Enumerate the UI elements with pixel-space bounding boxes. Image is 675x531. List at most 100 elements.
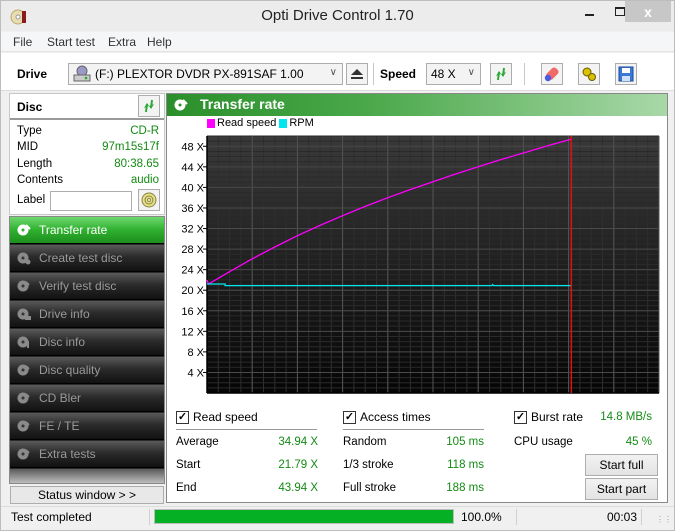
burst-rate-checkbox-label: Burst rate <box>531 410 584 424</box>
disc-row-contents: Contents audio <box>17 174 159 190</box>
third-stroke-label: 1/3 stroke <box>343 459 394 471</box>
y-tick-label: 16 X <box>181 306 204 318</box>
eraser-icon <box>544 67 559 82</box>
disc-length-value: 80:38.65 <box>114 158 159 170</box>
drive-info-icon <box>17 308 31 320</box>
menu-extra[interactable]: Extra <box>108 35 136 49</box>
disc-panel: Disc Type CD-R MID 97m15s17f Length 80:3… <box>9 93 165 215</box>
nav-label: Transfer rate <box>39 223 108 237</box>
erase-button[interactable] <box>541 63 563 85</box>
speed-select-value: 48 X <box>431 67 456 81</box>
disc-label-button[interactable] <box>138 189 160 211</box>
start-label: Start <box>176 459 201 471</box>
status-window-button[interactable]: Status window > > <box>10 486 164 504</box>
title-bar: Opti Drive Control 1.70 x <box>1 1 674 31</box>
status-divider <box>149 509 150 525</box>
nav-drive-info[interactable]: Drive info <box>10 301 164 328</box>
y-tick-label: 8 X <box>187 347 204 359</box>
transfer-rate-chart: 4 X 8 X 12 X 16 X 20 X 24 X 28 X 32 X 36 X 40 X 44… <box>181 135 660 394</box>
y-tick-label: 44 X <box>181 162 204 174</box>
access-times-checkbox[interactable]: ✓ Access times <box>343 410 431 424</box>
status-text: Test completed <box>11 510 92 524</box>
refresh-icon <box>144 99 154 113</box>
nav-fe-te[interactable]: FE / TE <box>10 413 164 440</box>
nav-label: Disc quality <box>39 363 101 377</box>
toolbar-divider <box>373 63 374 85</box>
maximize-icon <box>615 6 625 16</box>
average-value: 34.94 X <box>278 436 318 448</box>
gears-icon <box>582 67 596 81</box>
nav-extra-tests[interactable]: Extra tests <box>10 441 164 468</box>
drive-icon <box>73 65 91 82</box>
disc-type-label: Type <box>17 125 42 137</box>
minimize-icon <box>585 13 594 16</box>
nav-transfer-rate[interactable]: Transfer rate <box>10 217 164 244</box>
nav-disc-quality[interactable]: Disc quality <box>10 357 164 384</box>
progress-percent: 100.0% <box>461 510 502 524</box>
fe-te-icon <box>17 420 30 432</box>
panel-title: Transfer rate <box>200 96 285 112</box>
disc-icon <box>141 192 157 208</box>
read-speed-checkbox[interactable]: ✓ Read speed <box>176 410 258 424</box>
refresh-disc-button[interactable] <box>138 95 160 117</box>
y-tick-label: 20 X <box>181 285 204 297</box>
eject-icon <box>351 69 363 79</box>
status-divider <box>516 509 517 525</box>
chevron-down-icon: ∨ <box>329 67 337 78</box>
disc-row-length: Length 80:38.65 <box>17 158 159 174</box>
nav-label: Drive info <box>39 307 90 321</box>
disc-header-title: Disc <box>17 100 43 114</box>
nav-disc-info[interactable]: Disc info <box>10 329 164 356</box>
checkmark-icon: ✓ <box>176 410 189 424</box>
disc-label-input[interactable] <box>50 191 132 211</box>
disc-row-type: Type CD-R <box>17 125 159 141</box>
nav-verify-test-disc[interactable]: Verify test disc <box>10 273 164 300</box>
menu-start-test[interactable]: Start test <box>47 35 95 49</box>
status-divider <box>641 509 642 525</box>
disc-contents-value: audio <box>130 174 159 186</box>
nav-label: FE / TE <box>39 419 80 433</box>
window-title: Opti Drive Control 1.70 <box>261 7 414 24</box>
menu-help[interactable]: Help <box>147 35 172 49</box>
menu-file[interactable]: File <box>13 35 32 49</box>
disc-mid-value: 97m15s17f <box>102 141 159 153</box>
nav-label: Create test disc <box>39 251 123 265</box>
minimize-button[interactable] <box>575 1 605 22</box>
extra-tests-icon <box>17 448 30 460</box>
toolbar-divider <box>524 63 525 85</box>
average-label: Average <box>176 436 219 448</box>
y-tick-label: 4 X <box>187 367 204 379</box>
eject-button[interactable] <box>346 63 368 85</box>
stats-area: ✓ Read speed Average 34.94 X Start 21.79… <box>167 406 667 503</box>
disc-contents-label: Contents <box>17 174 64 186</box>
nav-cd-bler[interactable]: CD Bler <box>10 385 164 412</box>
disc-row-mid: MID 97m15s17f <box>17 141 159 157</box>
start-full-button[interactable]: Start full <box>585 454 658 476</box>
resize-grip-icon[interactable]: ⋮⋮ <box>656 515 672 524</box>
status-bar: Test completed 100.0% 00:03 ⋮⋮ <box>1 506 674 526</box>
drive-select[interactable]: (F:) PLEXTOR DVDR PX-891SAF 1.00 ∨ <box>68 63 343 85</box>
checkmark-icon: ✓ <box>343 410 356 424</box>
panel-header: Transfer rate <box>167 94 667 116</box>
transfer-rate-icon <box>174 99 188 111</box>
save-button[interactable] <box>615 63 637 85</box>
end-label: End <box>176 482 197 494</box>
toolbar: Drive (F:) PLEXTOR DVDR PX-891SAF 1.00 ∨… <box>1 53 674 91</box>
nav-label: CD Bler <box>39 391 82 405</box>
chevron-down-icon: ∨ <box>467 67 475 78</box>
refresh-speed-button[interactable] <box>490 63 512 85</box>
random-label: Random <box>343 436 387 448</box>
burst-rate-checkbox[interactable]: ✓ Burst rate <box>514 410 583 424</box>
settings-button[interactable] <box>578 63 600 85</box>
full-stroke-label: Full stroke <box>343 482 397 494</box>
third-stroke-value: 118 ms <box>447 459 484 471</box>
disc-quality-icon <box>17 364 30 376</box>
nav-create-test-disc[interactable]: Create test disc <box>10 245 164 272</box>
speed-select[interactable]: 48 X ∨ <box>426 63 481 85</box>
start-part-button[interactable]: Start part <box>585 478 658 500</box>
refresh-icon <box>496 67 506 81</box>
close-button[interactable]: x <box>625 1 671 22</box>
y-tick-label: 40 X <box>181 182 204 194</box>
y-tick-label: 12 X <box>181 326 204 338</box>
y-tick-label: 48 X <box>181 141 204 153</box>
